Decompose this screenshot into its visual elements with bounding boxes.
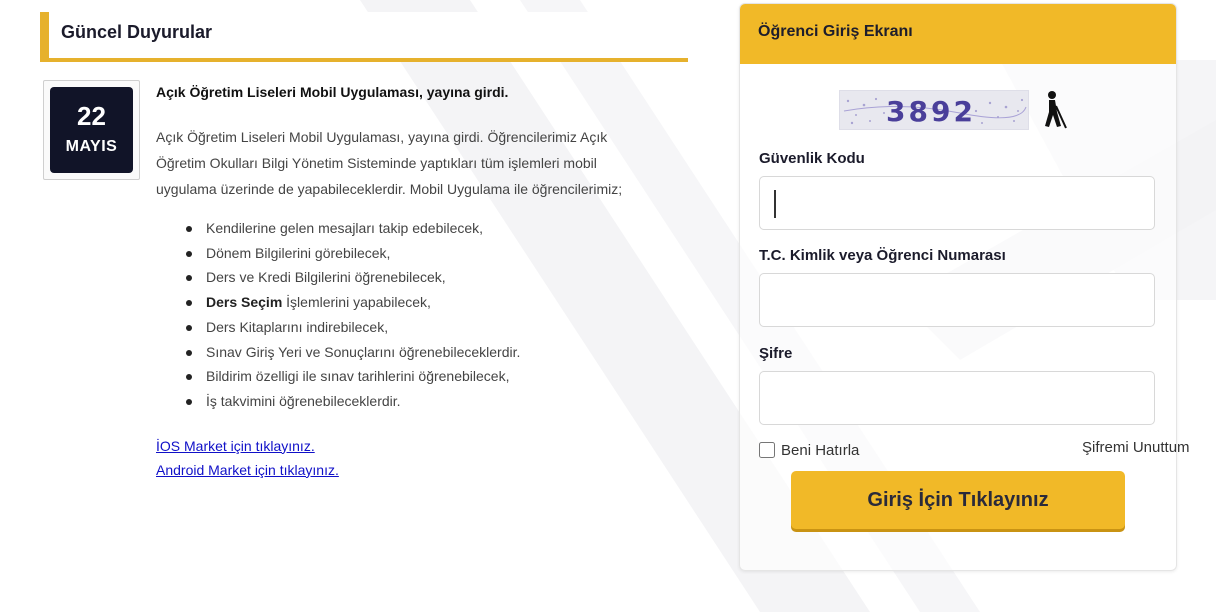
- login-header: Öğrenci Giriş Ekranı: [740, 4, 1176, 64]
- feature-item: Ders Seçim İşlemlerini yapabilecek,: [186, 290, 696, 315]
- bullet-icon: [186, 226, 192, 232]
- announcements-header: Güncel Duyurular: [40, 12, 688, 62]
- forgot-password-link[interactable]: Şifremi Unuttum: [1082, 439, 1190, 456]
- login-title: Öğrenci Giriş Ekranı: [758, 23, 913, 40]
- feature-item: İş takvimini öğrenebileceklerdir.: [186, 389, 696, 414]
- date-badge-inner: 22 MAYIS: [50, 87, 133, 173]
- article-body-line: Öğretim Okulları Bilgi Yönetim Sistemind…: [156, 155, 597, 171]
- remember-me[interactable]: Beni Hatırla: [759, 440, 859, 460]
- bullet-icon: [186, 374, 192, 381]
- security-code-label: Güvenlik Kodu: [759, 150, 865, 167]
- market-links: İOS Market için tıklayınız. Android Mark…: [156, 434, 696, 482]
- feature-item: Ders Kitaplarını indirebilecek,: [186, 315, 696, 340]
- article-body-line: uygulama üzerinde de yapabileceklerdir. …: [156, 181, 623, 197]
- remember-me-label: Beni Hatırla: [781, 441, 860, 459]
- bullet-icon: [186, 300, 192, 307]
- feature-item: Dönem Bilgilerini görebilecek,: [186, 241, 696, 266]
- accessibility-audio-icon[interactable]: [1039, 90, 1071, 130]
- bullet-icon: [186, 250, 192, 257]
- password-input[interactable]: [759, 371, 1155, 425]
- article-title: Açık Öğretim Liseleri Mobil Uygulaması, …: [156, 84, 509, 100]
- bullet-icon: [186, 275, 192, 282]
- date-badge: 22 MAYIS: [43, 80, 140, 180]
- bullet-icon: [186, 324, 192, 331]
- feature-item: Bildirim özelligi ile sınav tarihlerini …: [186, 364, 696, 389]
- security-code-input[interactable]: [759, 176, 1155, 230]
- date-day: 22: [77, 101, 106, 131]
- text-caret: [774, 190, 776, 218]
- bullet-icon: [186, 349, 192, 356]
- article-body-line: Açık Öğretim Liseleri Mobil Uygulaması, …: [156, 129, 608, 145]
- password-label: Şifre: [759, 345, 793, 362]
- ios-market-link[interactable]: İOS Market için tıklayınız.: [156, 434, 696, 458]
- captcha-code: 3892: [886, 95, 976, 128]
- login-panel: Öğrenci Giriş Ekranı 3892 Güvenlik Kodu …: [739, 3, 1190, 571]
- remember-me-checkbox[interactable]: [759, 442, 775, 458]
- announcement-article: Açık Öğretim Liseleri Mobil Uygulaması, …: [156, 80, 696, 482]
- feature-item: Kendilerine gelen mesajları takip edebil…: [186, 216, 696, 241]
- article-body: Açık Öğretim Liseleri Mobil Uygulaması, …: [156, 124, 696, 202]
- feature-item: Ders ve Kredi Bilgilerini öğrenebilecek,: [186, 265, 696, 290]
- announcements-title: Güncel Duyurular: [61, 22, 213, 42]
- bullet-icon: [186, 398, 192, 405]
- id-number-label: T.C. Kimlik veya Öğrenci Numarası: [759, 247, 1006, 264]
- android-market-link[interactable]: Android Market için tıklayınız.: [156, 458, 696, 482]
- feature-item: Sınav Giriş Yeri ve Sonuçlarını öğrenebi…: [186, 340, 696, 365]
- id-number-input[interactable]: [759, 273, 1155, 327]
- captcha-image: 3892: [839, 90, 1029, 130]
- date-month: MAYIS: [65, 138, 118, 155]
- feature-list: Kendilerine gelen mesajları takip edebil…: [186, 216, 696, 414]
- login-submit-button[interactable]: Giriş İçin Tıklayınız: [791, 471, 1125, 529]
